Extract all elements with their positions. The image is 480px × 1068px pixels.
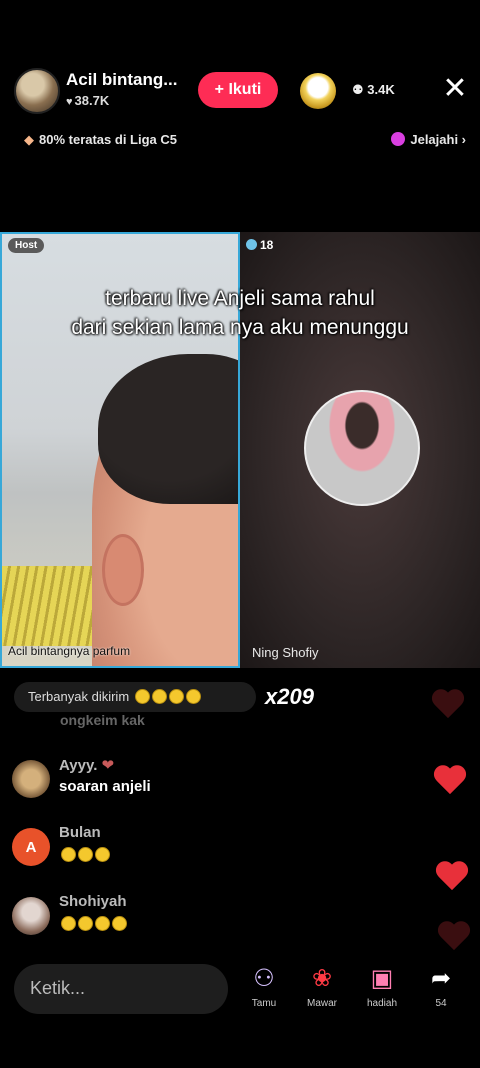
smile-emoji-icon: [61, 916, 76, 931]
top-gift-label: Terbanyak dikirim: [28, 689, 130, 704]
smile-emoji-icon: [95, 916, 110, 931]
smile-emoji-icon: [78, 916, 93, 931]
laughing-emoji-icon: [134, 689, 150, 704]
host-likes: ♥ 38.7K: [66, 93, 109, 108]
share-button[interactable]: ➦ 54: [417, 964, 465, 1009]
explore-button[interactable]: Jelajahi ›: [391, 132, 466, 147]
heart-icon: ❤: [101, 757, 115, 774]
commenter-avatar[interactable]: [12, 760, 50, 798]
heart-icon: ♥: [66, 96, 73, 108]
host-video-label: Acil bintangnya parfum: [8, 644, 131, 658]
comment-item[interactable]: Ayyy. ❤ soaran anjeli: [12, 756, 312, 816]
host-hair: [98, 354, 238, 504]
faded-comment: ongkeim kak: [60, 712, 145, 728]
guest-score-value: 18: [260, 238, 274, 252]
floating-heart-icon: [436, 922, 472, 954]
laughing-emoji-icon: [95, 847, 110, 862]
floating-heart-icon: [432, 766, 468, 798]
laughing-emoji-icon: [185, 689, 201, 704]
laughing-emoji-icon: [61, 847, 76, 862]
explore-label: Jelajahi ›: [410, 132, 466, 147]
follow-button[interactable]: + Ikuti: [198, 72, 278, 108]
top-viewer-avatar[interactable]: [300, 73, 336, 109]
host-ear: [102, 534, 144, 606]
guests-button[interactable]: ⚇ Tamu: [240, 964, 288, 1009]
laughing-emoji-icon: [151, 689, 167, 704]
comment-text: soaran anjeli: [59, 778, 151, 795]
share-icon: ➦: [430, 965, 452, 992]
laughing-emoji-icon: [168, 689, 184, 704]
caption-overlay: terbaru live Anjeli sama rahul dari seki…: [0, 284, 480, 342]
caption-line-1: terbaru live Anjeli sama rahul: [105, 287, 375, 310]
gift-button[interactable]: ▣ hadiah: [358, 964, 406, 1009]
bottom-bar: Ketik... ⚇ Tamu ❀ Mawar ▣ hadiah ➦ 54: [0, 956, 480, 1026]
floating-heart-icon: [430, 690, 466, 722]
league-row: ◆ 80% teratas di Liga C5 Jelajahi ›: [0, 128, 480, 154]
commenter-avatar[interactable]: A: [12, 828, 50, 866]
league-rank-text: 80% teratas di Liga C5: [39, 132, 177, 147]
commenter-name: Shohiyah: [59, 893, 127, 910]
commenter-name-text: Ayyy.: [59, 757, 98, 774]
comment-item[interactable]: A Bulan: [12, 824, 312, 884]
gift-count: x209: [265, 684, 314, 709]
gift-label: hadiah: [366, 998, 398, 1009]
host-name[interactable]: Acil bintang...: [66, 70, 177, 90]
gift-icon: ▣: [370, 965, 394, 992]
comment-item[interactable]: Shohiyah: [12, 893, 312, 953]
comment-input[interactable]: Ketik...: [14, 964, 228, 1014]
commenter-name: Bulan: [59, 824, 101, 841]
guest-score: 18: [246, 238, 273, 252]
close-button[interactable]: ✕: [440, 74, 470, 104]
comment-emojis: [59, 915, 127, 932]
host-avatar[interactable]: [14, 68, 60, 114]
commenter-avatar[interactable]: [12, 897, 50, 935]
explore-icon: [391, 132, 406, 146]
rose-button[interactable]: ❀ Mawar: [298, 964, 346, 1009]
viewer-count[interactable]: ⚉ 3.4K: [352, 82, 395, 98]
league-rank[interactable]: ◆ 80% teratas di Liga C5: [24, 132, 177, 148]
host-tag: Host: [8, 238, 45, 253]
host-likes-count: 38.7K: [74, 93, 110, 108]
comment-emojis: [59, 846, 110, 863]
commenter-name: Ayyy. ❤: [59, 756, 114, 774]
guest-name[interactable]: Ning Shofiy: [252, 645, 318, 660]
top-gift-banner[interactable]: Terbanyak dikirim: [14, 682, 256, 712]
share-count: 54: [435, 998, 447, 1009]
caption-line-2: dari sekian lama nya aku menunggu: [71, 316, 409, 339]
rose-label: Mawar: [306, 998, 337, 1009]
live-header: Acil bintang... ♥ 38.7K + Ikuti ⚉ 3.4K ✕: [0, 60, 480, 124]
smile-emoji-icon: [112, 916, 127, 931]
viewers-icon: ⚉: [352, 82, 368, 97]
viewer-count-value: 3.4K: [367, 82, 395, 97]
floating-heart-icon: [434, 862, 470, 894]
guests-label: Tamu: [251, 998, 277, 1009]
rose-icon: ❀: [311, 965, 333, 992]
guest-avatar[interactable]: [304, 390, 420, 506]
diamond-icon: ◆: [24, 132, 34, 147]
score-icon: [246, 239, 257, 250]
laughing-emoji-icon: [78, 847, 93, 862]
people-icon: ⚇: [253, 965, 275, 992]
